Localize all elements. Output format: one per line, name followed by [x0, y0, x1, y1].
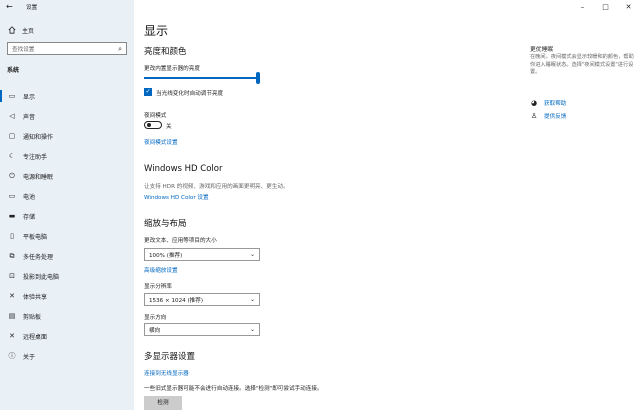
clipboard-icon: ▤ — [8, 312, 16, 320]
auto-brightness-label: 当光线变化时自动调节亮度 — [156, 91, 224, 97]
battery-icon: ▭ — [8, 192, 16, 200]
search-icon: ⌕ — [118, 45, 122, 53]
person-feedback-icon: ♙ — [530, 112, 538, 120]
brightness-slider-track[interactable] — [144, 77, 260, 79]
sidebar-item[interactable]: ✕ 体验共享 — [0, 286, 134, 306]
sidebar-item-label: 声音 — [23, 113, 36, 121]
hdr-settings-link[interactable]: Windows HD Color 设置 — [144, 193, 209, 201]
night-light-settings-link[interactable]: 夜间模式设置 — [144, 138, 178, 146]
sidebar-item[interactable]: ⓘ 关于 — [0, 346, 134, 366]
sleep-tip-title: 更优睡眠 — [530, 47, 554, 53]
remote-icon: ✕ — [9, 332, 15, 340]
sidebar-item[interactable]: ⧉ 多任务处理 — [0, 246, 134, 266]
chevron-down-icon: ⌄ — [249, 251, 255, 258]
sidebar-item-label: 电源和睡眠 — [23, 173, 54, 181]
feedback-label: 提供反馈 — [544, 114, 567, 120]
sidebar-item[interactable]: ▯ 平板电脑 — [0, 226, 134, 246]
sidebar-item[interactable]: ✕ 远程桌面 — [0, 326, 134, 346]
sidebar-section-title: 系统 — [7, 67, 20, 74]
speaker-icon: ◁ — [9, 112, 15, 120]
scale-size-dropdown[interactable]: 100% (推荐) ⌄ — [144, 248, 260, 261]
back-arrow-icon[interactable]: ← — [6, 2, 13, 12]
close-button[interactable]: ✕ — [617, 0, 640, 14]
scale-size-value: 100% (推荐) — [149, 252, 183, 259]
sidebar-item-label: 投影到此电脑 — [23, 273, 60, 281]
advanced-scaling-link[interactable]: 高级缩放设置 — [144, 266, 178, 274]
window-controls: – □ ✕ — [571, 0, 640, 14]
auto-brightness-checkbox[interactable]: ✓ — [144, 88, 152, 96]
sidebar-item-label: 电池 — [23, 193, 36, 201]
share-icon: ✕ — [9, 292, 15, 300]
window-title: 设置 — [26, 5, 38, 11]
orientation-dropdown[interactable]: 横向 ⌄ — [144, 323, 260, 336]
search-input[interactable]: 查找设置 ⌕ — [7, 42, 127, 55]
night-light-label: 夜间模式 — [144, 113, 167, 119]
sidebar-item[interactable]: ▬ 存储 — [0, 206, 134, 226]
project-icon: ⊡ — [9, 272, 15, 280]
sidebar-item[interactable]: ▭ 电池 — [0, 186, 134, 206]
sleep-tip-description: 在晚间，夜间模式会显示较暖和的颜色，帮助你进入睡眠状态。选择"夜间模式设置"进行… — [530, 54, 634, 76]
detect-button[interactable]: 检测 — [144, 396, 182, 410]
wireless-display-link[interactable]: 连接到无线显示器 — [144, 369, 189, 377]
sidebar-item-label: 远程桌面 — [23, 333, 48, 341]
sidebar-item-label: 平板电脑 — [23, 233, 48, 241]
get-help-link[interactable]: ◕ 获取帮助 — [530, 99, 566, 107]
multitask-icon: ⧉ — [9, 251, 15, 260]
home-nav-item[interactable]: 主页 — [8, 24, 34, 36]
sidebar-item[interactable]: ▤ 剪贴板 — [0, 306, 134, 326]
brightness-label: 更改内置显示器的亮度 — [144, 66, 200, 72]
sidebar-item-label: 剪贴板 — [23, 313, 42, 321]
sidebar-item[interactable]: ⏻ 电源和睡眠 — [0, 166, 134, 186]
moon-icon: ☾ — [8, 152, 16, 160]
feedback-link[interactable]: ♙ 提供反馈 — [530, 112, 567, 120]
info-icon: ⓘ — [8, 352, 16, 360]
sidebar-item-label: 专注助手 — [23, 153, 48, 161]
get-help-label: 获取帮助 — [544, 101, 567, 107]
brightness-heading: 亮度和颜色 — [144, 47, 187, 57]
page-title: 显示 — [144, 24, 169, 38]
scale-heading: 缩放与布局 — [144, 219, 187, 229]
hdr-description: 让支持 HDR 的视频、游戏和应用的画面更明亮、更生动。 — [144, 184, 289, 190]
resolution-label: 显示分辨率 — [144, 284, 172, 290]
maximize-button[interactable]: □ — [594, 0, 617, 14]
night-light-state: 关 — [166, 124, 172, 130]
sidebar-item-label: 通知和操作 — [23, 133, 54, 141]
sidebar-item-label: 关于 — [23, 353, 36, 361]
hdr-heading: Windows HD Color — [144, 164, 223, 174]
power-icon: ⏻ — [9, 171, 15, 180]
night-light-toggle[interactable] — [144, 121, 162, 129]
chevron-down-icon: ⌄ — [249, 326, 255, 333]
orientation-label: 显示方向 — [144, 315, 167, 321]
chevron-down-icon: ⌄ — [249, 296, 255, 303]
tablet-icon: ▯ — [10, 232, 14, 240]
home-icon — [8, 26, 16, 34]
sidebar-item[interactable]: ▢ 通知和操作 — [0, 126, 134, 146]
notification-icon: ▢ — [8, 132, 16, 140]
home-label: 主页 — [22, 27, 35, 35]
sidebar-item[interactable]: ⊡ 投影到此电脑 — [0, 266, 134, 286]
sidebar-item[interactable]: ▭ 显示 — [0, 86, 134, 106]
resolution-value: 1536 × 1024 (推荐) — [149, 297, 204, 304]
sidebar-item[interactable]: ☾ 专注助手 — [0, 146, 134, 166]
multi-display-heading: 多显示器设置 — [144, 352, 196, 362]
sidebar-item-label: 体验共享 — [23, 293, 48, 301]
brightness-slider-thumb[interactable] — [256, 72, 260, 84]
scale-size-label: 更改文本、应用等项目的大小 — [144, 238, 217, 244]
orientation-value: 横向 — [149, 327, 161, 334]
storage-icon: ▬ — [8, 212, 16, 220]
chat-help-icon: ◕ — [530, 99, 538, 107]
resolution-dropdown[interactable]: 1536 × 1024 (推荐) ⌄ — [144, 293, 260, 306]
minimize-button[interactable]: – — [571, 0, 594, 14]
sidebar-item-label: 多任务处理 — [23, 253, 54, 261]
sidebar-item-label: 显示 — [23, 93, 36, 101]
search-placeholder: 查找设置 — [12, 46, 35, 53]
sidebar-nav: ▭ 显示 ◁ 声音 ▢ 通知和操作 ☾ 专注助手 ⏻ 电源和睡眠 ▭ 电池 ▬ 存储 ▯ 平板电脑 ⧉ 多任务处理… — [0, 86, 134, 366]
sidebar-item-label: 存储 — [23, 213, 36, 221]
multi-display-description: 一些旧式显示器可能不会进行自动连接。选择"检测"即可尝试手动连接。 — [144, 386, 323, 392]
sidebar-item[interactable]: ◁ 声音 — [0, 106, 134, 126]
monitor-icon: ▭ — [8, 92, 16, 100]
